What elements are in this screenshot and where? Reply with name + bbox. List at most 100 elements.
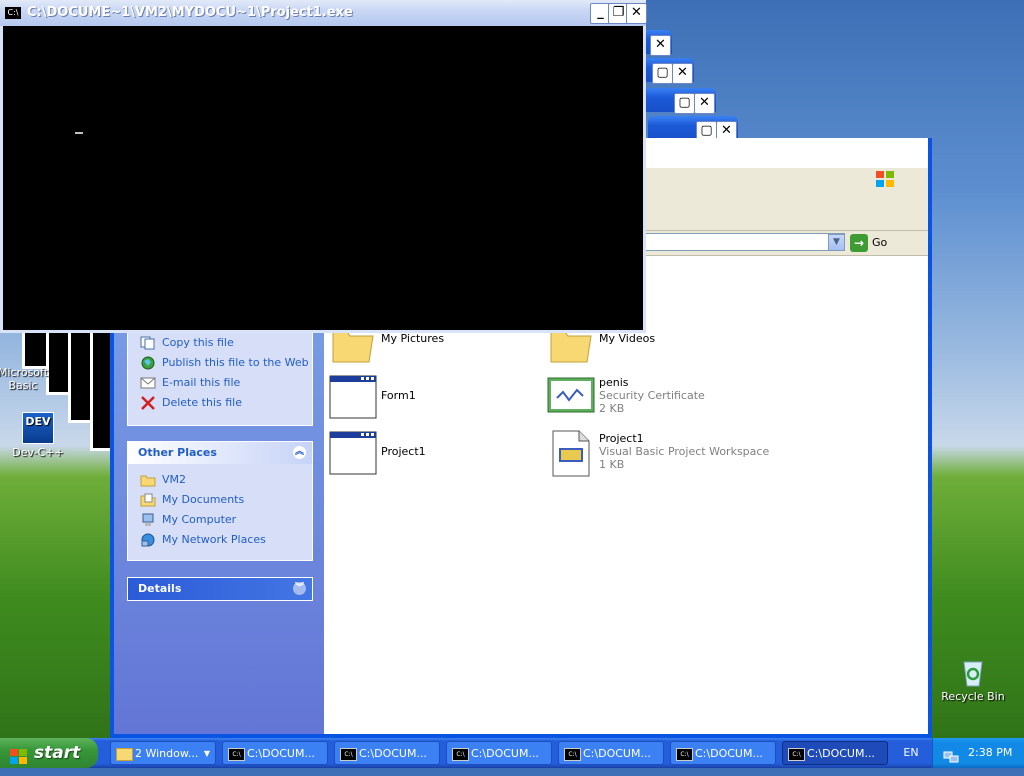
chevron-up-icon[interactable]: ︽ bbox=[293, 446, 306, 459]
place-label: My Documents bbox=[162, 493, 245, 506]
details-panel: Details ︾ bbox=[127, 577, 313, 601]
file-type: Security Certificate bbox=[599, 389, 705, 402]
documents-icon bbox=[140, 493, 156, 507]
task-label: Copy this file bbox=[162, 336, 234, 349]
task-label: Publish this file to the Web bbox=[162, 356, 309, 369]
language-indicator[interactable]: EN bbox=[896, 738, 926, 768]
file-tasks-panel: Copy this file Publish this file to the … bbox=[127, 333, 313, 426]
place-label: My Network Places bbox=[162, 533, 266, 546]
folder-icon bbox=[140, 473, 156, 487]
other-places-panel: Other Places ︽ VM2 My Documents My Compu… bbox=[127, 441, 313, 561]
console-icon: C:\ bbox=[340, 748, 357, 761]
maximize-icon[interactable]: ▢ bbox=[652, 63, 673, 84]
network-tray-icon[interactable] bbox=[943, 746, 959, 763]
recycle-bin-icon bbox=[957, 656, 989, 688]
console-icon: C:\ bbox=[5, 7, 21, 19]
task-label: 2 Window... bbox=[135, 747, 199, 760]
go-label: Go bbox=[872, 236, 888, 249]
task-button-console[interactable]: C:\ C:\DOCUM... bbox=[222, 741, 328, 765]
clock[interactable]: 2:38 PM bbox=[968, 738, 1012, 768]
file-type: Visual Basic Project Workspace bbox=[599, 445, 770, 458]
task-button-windows-group[interactable]: 2 Window... ▼ bbox=[110, 741, 216, 765]
place-label: VM2 bbox=[162, 473, 187, 486]
task-label: C:\DOCUM... bbox=[359, 747, 427, 760]
text-cursor bbox=[75, 132, 83, 134]
task-email-file[interactable]: E-mail this file bbox=[128, 373, 312, 393]
task-label: C:\DOCUM... bbox=[695, 747, 763, 760]
task-publish-web[interactable]: Publish this file to the Web bbox=[128, 353, 312, 373]
other-places-title: Other Places bbox=[138, 446, 217, 459]
place-my-documents[interactable]: My Documents bbox=[128, 490, 312, 510]
go-arrow-icon: → bbox=[850, 234, 868, 252]
copy-icon bbox=[140, 336, 156, 350]
system-tray: 2:38 PM bbox=[932, 738, 1024, 768]
globe-icon bbox=[140, 356, 156, 370]
console-titlebar[interactable]: C:\ C:\DOCUME~1\VM2\MYDOCU~1\Project1.ex… bbox=[0, 0, 647, 26]
other-places-header[interactable]: Other Places ︽ bbox=[128, 442, 312, 464]
task-delete-file[interactable]: Delete this file bbox=[128, 393, 312, 413]
console-icon: C:\ bbox=[564, 748, 581, 761]
chevron-down-icon: ▼ bbox=[203, 749, 210, 758]
chevron-down-icon[interactable]: ▼ bbox=[828, 234, 845, 251]
task-label: C:\DOCUM... bbox=[583, 747, 651, 760]
network-icon bbox=[140, 533, 156, 547]
vb-form-icon bbox=[329, 430, 377, 478]
console-output[interactable] bbox=[3, 26, 640, 327]
certificate-icon bbox=[547, 374, 595, 422]
file-item-certificate[interactable]: penis Security Certificate 2 KB bbox=[547, 374, 787, 424]
maximize-icon[interactable]: ▢ bbox=[674, 93, 695, 114]
console-icon: C:\ bbox=[788, 748, 805, 761]
task-copy-file[interactable]: Copy this file bbox=[128, 333, 312, 353]
console-icon: C:\ bbox=[452, 748, 469, 761]
file-item-form1[interactable]: Form1 bbox=[329, 374, 529, 424]
desktop-icon-microsoft-basic[interactable]: Microsoft Basic bbox=[0, 366, 58, 392]
taskbar: start 2 Window... ▼ C:\ C:\DOCUM... C:\ C:… bbox=[0, 738, 1024, 768]
file-item-project1-exe[interactable]: Project1 bbox=[329, 430, 529, 480]
place-my-computer[interactable]: My Computer bbox=[128, 510, 312, 530]
desktop-icon-label: Recycle Bin bbox=[941, 690, 1005, 703]
place-my-network[interactable]: My Network Places bbox=[128, 530, 312, 550]
close-icon[interactable]: ✕ bbox=[694, 93, 715, 114]
devcpp-icon: DEV bbox=[22, 412, 54, 444]
details-header[interactable]: Details ︾ bbox=[128, 578, 312, 600]
computer-icon bbox=[140, 513, 156, 527]
delete-icon bbox=[140, 396, 156, 410]
task-button-console[interactable]: C:\ C:\DOCUM... bbox=[334, 741, 440, 765]
task-label: E-mail this file bbox=[162, 376, 241, 389]
task-label: C:\DOCUM... bbox=[471, 747, 539, 760]
start-button[interactable]: start bbox=[0, 738, 98, 768]
file-name: My Pictures bbox=[381, 332, 445, 345]
desktop-icon-label: Dev-C++ bbox=[12, 446, 64, 459]
place-vm2[interactable]: VM2 bbox=[128, 470, 312, 490]
vb-form-icon bbox=[329, 374, 377, 422]
folder-icon bbox=[116, 748, 133, 761]
place-label: My Computer bbox=[162, 513, 237, 526]
desktop-icon-recycle-bin[interactable]: Recycle Bin bbox=[938, 656, 1008, 703]
file-size: 2 KB bbox=[599, 402, 625, 415]
task-button-console[interactable]: C:\ C:\DOCUM... bbox=[558, 741, 664, 765]
desktop-icon-devcpp[interactable]: DEV Dev-C++ bbox=[3, 412, 73, 459]
windows-flag-icon bbox=[10, 745, 28, 764]
close-button[interactable]: ✕ bbox=[626, 3, 647, 24]
close-icon[interactable]: ✕ bbox=[650, 35, 671, 56]
file-name: Project1 bbox=[381, 445, 426, 458]
windows-logo-icon bbox=[874, 169, 900, 189]
file-size: 1 KB bbox=[599, 458, 625, 471]
chevron-down-icon[interactable]: ︾ bbox=[293, 582, 306, 595]
go-button[interactable]: → Go bbox=[850, 233, 900, 253]
console-title: C:\DOCUME~1\VM2\MYDOCU~1\Project1.exe bbox=[27, 5, 353, 20]
file-item-project1-workspace[interactable]: Project1 Visual Basic Project Workspace … bbox=[547, 430, 807, 480]
console-icon: C:\ bbox=[228, 748, 245, 761]
task-button-console-active[interactable]: C:\ C:\DOCUM... bbox=[782, 741, 888, 765]
task-label: C:\DOCUM... bbox=[807, 747, 875, 760]
task-button-console[interactable]: C:\ C:\DOCUM... bbox=[670, 741, 776, 765]
file-name: Form1 bbox=[381, 389, 416, 402]
task-button-console[interactable]: C:\ C:\DOCUM... bbox=[446, 741, 552, 765]
file-name: My Videos bbox=[599, 332, 656, 345]
start-label: start bbox=[34, 743, 81, 763]
vb-workspace-icon bbox=[547, 430, 595, 478]
details-title: Details bbox=[138, 582, 182, 595]
file-name: penis bbox=[599, 376, 629, 389]
close-icon[interactable]: ✕ bbox=[672, 63, 693, 84]
file-name: Project1 bbox=[599, 432, 644, 445]
